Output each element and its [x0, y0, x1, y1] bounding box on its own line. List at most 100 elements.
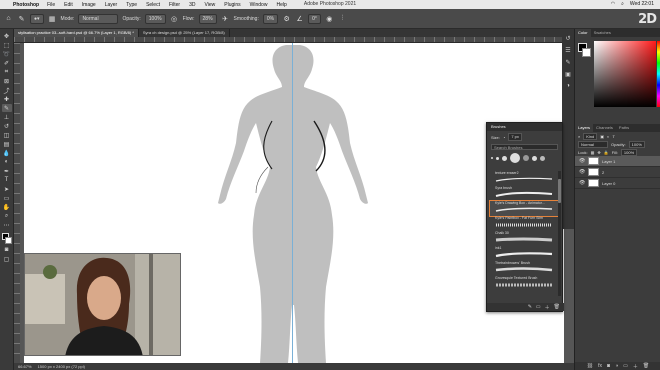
- filter-adjust-icon[interactable]: ◐: [607, 134, 609, 139]
- delete-brush-icon[interactable]: 🗑: [554, 304, 560, 310]
- layer-name[interactable]: 2: [602, 170, 604, 175]
- color-picker-field[interactable]: [594, 41, 656, 107]
- menu-help[interactable]: Help: [276, 2, 286, 8]
- layer-name[interactable]: Layer 0: [602, 181, 615, 186]
- gradient-tool-icon[interactable]: ▤: [2, 140, 12, 148]
- preset-brush-soft[interactable]: [523, 155, 529, 161]
- scrollbar-thumb[interactable]: [558, 179, 561, 203]
- adjustments-panel-icon[interactable]: ◑: [564, 82, 572, 90]
- brush-item[interactable]: Syra brush: [490, 186, 560, 201]
- menu-app-name[interactable]: Photoshop: [13, 2, 39, 8]
- lock-pixels-icon[interactable]: ▦: [591, 150, 595, 155]
- angle-field[interactable]: 0°: [308, 13, 321, 24]
- hand-tool-icon[interactable]: ✋: [2, 203, 12, 211]
- angle-icon[interactable]: ∠: [295, 14, 304, 23]
- properties-panel-icon[interactable]: ☰: [564, 46, 572, 54]
- eye-icon[interactable]: 👁: [579, 180, 585, 186]
- tab-stylisation-practice[interactable]: stylisation practice 03--soft-hard.psd @…: [14, 29, 139, 37]
- brush-item[interactable]: Kyle's Paintbox - Fat Furn Slim: [490, 216, 560, 231]
- tab-syra-design[interactable]: Syra ch design.psd @ 25% (Layer 17, RGB/…: [139, 29, 230, 37]
- delete-layer-icon[interactable]: 🗑: [643, 363, 649, 369]
- preset-brush-tiny[interactable]: [491, 157, 493, 159]
- adjustment-layer-icon[interactable]: ◑: [615, 363, 618, 369]
- brush-tool-active-icon[interactable]: ✎: [1, 104, 12, 112]
- new-group-icon[interactable]: ▭: [536, 304, 541, 310]
- pressure-opacity-icon[interactable]: ◎: [170, 14, 179, 23]
- color-panel-background[interactable]: [582, 48, 591, 57]
- frame-tool-icon[interactable]: ⊠: [2, 77, 12, 85]
- fill-field[interactable]: 100%: [620, 148, 638, 156]
- brush-tool-icon[interactable]: ✎: [17, 14, 26, 23]
- stamp-tool-icon[interactable]: ⊥: [2, 113, 12, 121]
- zoom-level[interactable]: 66.67%: [18, 363, 32, 370]
- brush-item[interactable]: ink1: [490, 246, 560, 261]
- brush-list-scrollbar[interactable]: [558, 171, 561, 296]
- eraser-tool-icon[interactable]: ◫: [2, 131, 12, 139]
- brush-item-selected[interactable]: Kyle's Drawing Box - Animator...: [489, 200, 561, 217]
- brush-item[interactable]: texture eraser2: [490, 171, 560, 186]
- history-panel-icon[interactable]: ↺: [564, 34, 572, 42]
- lock-all-icon[interactable]: 🔒: [604, 150, 609, 155]
- menu-clock[interactable]: Wed 22:01: [630, 1, 654, 7]
- mode-select[interactable]: Normal: [78, 13, 119, 24]
- layer-name[interactable]: Layer 1: [602, 159, 615, 164]
- layer-row[interactable]: 👁 Layer 1: [575, 156, 660, 167]
- blend-mode-select[interactable]: Normal: [578, 140, 608, 148]
- tab-paths[interactable]: Paths: [616, 124, 632, 132]
- vertical-guide-line[interactable]: [292, 43, 293, 363]
- menu-layer[interactable]: Layer: [105, 2, 118, 8]
- preset-brush-medium[interactable]: [502, 155, 507, 161]
- tab-swatches[interactable]: Swatches: [591, 29, 614, 37]
- crop-tool-icon[interactable]: ⌗: [2, 68, 12, 76]
- add-mask-icon[interactable]: ◙: [607, 363, 610, 369]
- home-icon[interactable]: ⌂: [4, 14, 13, 23]
- toggle-brush-settings-icon[interactable]: ✎: [528, 304, 532, 310]
- smoothing-field[interactable]: 0%: [262, 13, 279, 24]
- menu-3d[interactable]: 3D: [189, 2, 195, 8]
- eye-icon[interactable]: 👁: [579, 158, 585, 164]
- screen-mode-icon[interactable]: ▢: [2, 255, 12, 263]
- menu-window[interactable]: Window: [250, 2, 268, 8]
- filter-pixel-icon[interactable]: ▣: [600, 134, 604, 139]
- preset-brush-hard[interactable]: [532, 155, 537, 161]
- gear-icon[interactable]: ⚙: [282, 14, 291, 23]
- brush-item[interactable]: Chalk 30: [490, 231, 560, 246]
- dodge-tool-icon[interactable]: ◐: [2, 158, 12, 166]
- menu-image[interactable]: Image: [82, 2, 96, 8]
- wifi-icon[interactable]: ◠: [611, 1, 615, 7]
- healing-tool-icon[interactable]: ✚: [2, 95, 12, 103]
- search-icon[interactable]: ⌕: [621, 1, 624, 7]
- background-color-swatch[interactable]: [4, 237, 12, 244]
- document-info[interactable]: 1500 px x 2400 px (72 ppi): [38, 363, 85, 370]
- preset-brush-textured[interactable]: [540, 155, 545, 161]
- quick-mask-icon[interactable]: ◙: [2, 246, 12, 254]
- menu-plugins[interactable]: Plugins: [224, 2, 240, 8]
- menu-file[interactable]: File: [47, 2, 55, 8]
- pressure-size-icon[interactable]: ◉: [325, 14, 334, 23]
- brush-search-input[interactable]: Search Brushes: [491, 144, 558, 150]
- layer-filter-kind[interactable]: Kind: [583, 132, 598, 140]
- history-brush-tool-icon[interactable]: ↺: [2, 122, 12, 130]
- menu-select[interactable]: Select: [146, 2, 160, 8]
- brush-size-field[interactable]: 7 px: [508, 133, 522, 141]
- quick-select-tool-icon[interactable]: ✐: [2, 59, 12, 67]
- zoom-tool-icon[interactable]: ⌕: [2, 212, 12, 220]
- new-brush-icon[interactable]: ＋: [545, 304, 550, 311]
- layer-row[interactable]: 👁 2: [575, 167, 660, 178]
- filter-type-icon[interactable]: T: [612, 134, 614, 139]
- preset-brush-small[interactable]: [496, 156, 499, 160]
- shape-tool-icon[interactable]: ▭: [2, 194, 12, 202]
- marquee-tool-icon[interactable]: ⬚: [2, 41, 12, 49]
- eye-icon[interactable]: 👁: [579, 169, 585, 175]
- menu-view[interactable]: View: [205, 2, 216, 8]
- tab-color[interactable]: Color: [575, 29, 591, 37]
- layer-opacity-field[interactable]: 100%: [628, 140, 645, 148]
- link-layers-icon[interactable]: ⛓: [587, 363, 593, 369]
- blur-tool-icon[interactable]: 💧: [2, 149, 12, 157]
- airbrush-icon[interactable]: ✈: [221, 14, 230, 23]
- tab-channels[interactable]: Channels: [593, 124, 616, 132]
- libraries-panel-icon[interactable]: ▣: [564, 70, 572, 78]
- new-group-icon[interactable]: ▭: [623, 363, 628, 369]
- menu-type[interactable]: Type: [126, 2, 137, 8]
- type-tool-icon[interactable]: T: [2, 176, 12, 184]
